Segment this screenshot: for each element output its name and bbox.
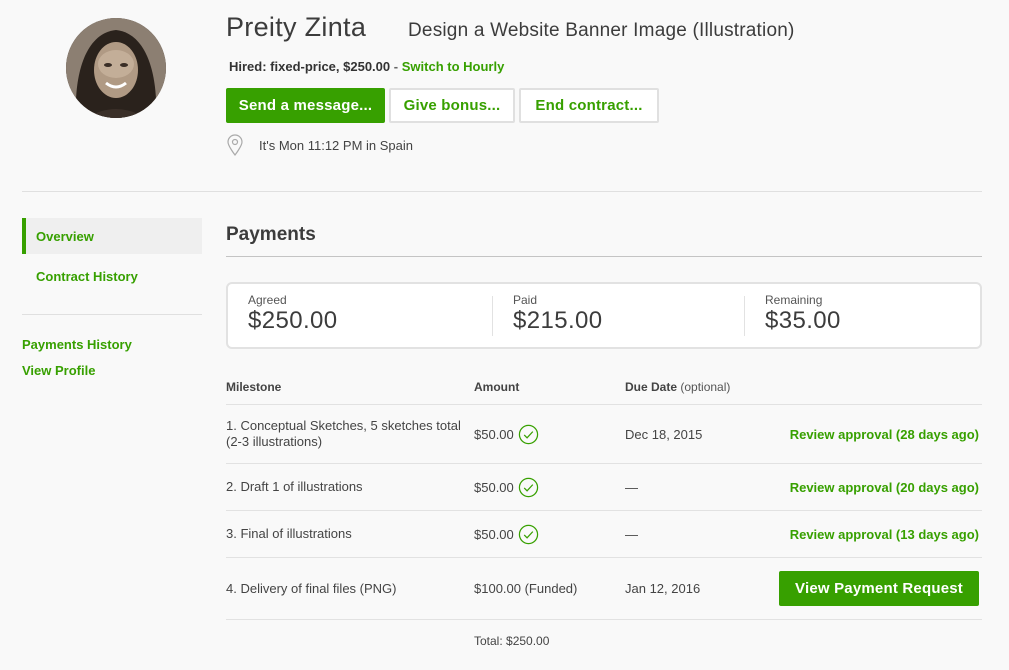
amount-value: $50.00 [474, 526, 514, 542]
local-time-text: It's Mon 11:12 PM in Spain [259, 137, 413, 153]
review-approval-link[interactable]: Review approval (20 days ago) [790, 480, 979, 495]
freelancer-avatar[interactable] [66, 18, 166, 118]
summary-value: $215.00 [513, 306, 603, 334]
table-row: 4. Delivery of final files (PNG) $100.00… [226, 558, 982, 620]
local-time: It's Mon 11:12 PM in Spain [226, 134, 413, 156]
milestone-amount: $50.00 [474, 424, 625, 445]
milestone-due-date: Jan 12, 2016 [625, 581, 701, 596]
due-date-optional-note: (optional) [680, 379, 731, 394]
milestone-due-date: Dec 18, 2015 [625, 426, 703, 442]
freelancer-name: Preity Zinta [226, 12, 367, 42]
sidebar-divider [22, 314, 202, 315]
give-bonus-button[interactable]: Give bonus... [389, 88, 515, 123]
summary-value: $35.00 [765, 306, 841, 334]
summary-label: Remaining [765, 292, 823, 307]
map-pin-icon [227, 134, 243, 156]
milestone-due-date: — [625, 479, 638, 495]
hired-text: Hired: fixed-price, $250.00 [229, 59, 391, 74]
table-row: 1. Conceptual Sketches, 5 sketches total… [226, 405, 982, 464]
summary-paid: Paid $215.00 [492, 292, 744, 336]
milestone-name: 4. Delivery of final files (PNG) [226, 580, 397, 596]
view-profile-link[interactable]: View Profile [22, 361, 202, 387]
sidebar-item-label: Contract History [36, 268, 138, 284]
job-title: Design a Website Banner Image (Illustrat… [408, 20, 795, 41]
amount-value: $50.00 [474, 426, 514, 442]
payment-summary-card: Agreed $250.00 Paid $215.00 Remaining $3… [226, 282, 982, 349]
send-message-button[interactable]: Send a message... [226, 88, 385, 123]
check-circle-icon [518, 424, 538, 444]
avatar-photo [66, 18, 166, 118]
column-header-amount: Amount [474, 379, 520, 394]
summary-value: $250.00 [248, 306, 338, 334]
table-row: 3. Final of illustrations $50.00 — Revie… [226, 511, 982, 558]
column-header-milestone: Milestone [226, 379, 282, 394]
table-header: Milestone Amount Due Date (optional) [226, 369, 982, 405]
sidebar-item-contract-history[interactable]: Contract History [22, 258, 202, 294]
summary-label: Agreed [248, 292, 287, 307]
check-circle-icon [518, 524, 538, 544]
hired-info: Hired: fixed-price, $250.00 - Switch to … [229, 59, 504, 74]
hired-separator: - [393, 59, 399, 74]
view-payment-request-button[interactable]: View Payment Request [779, 571, 979, 606]
milestone-name: 2. Draft 1 of illustrations [226, 479, 363, 494]
milestone-due-date: — [625, 526, 638, 542]
milestone-amount: $50.00 [474, 477, 625, 498]
amount-value: $50.00 [474, 479, 514, 495]
table-row: 2. Draft 1 of illustrations $50.00 — Rev… [226, 464, 982, 511]
summary-remaining: Remaining $35.00 [744, 292, 980, 336]
summary-agreed: Agreed $250.00 [228, 292, 492, 336]
payments-history-link[interactable]: Payments History [22, 335, 202, 361]
section-title: Payments [226, 218, 982, 257]
payments-section: Payments Agreed $250.00 Paid $215.00 Rem… [226, 218, 982, 662]
due-date-label: Due Date [625, 379, 678, 394]
column-header-due-date: Due Date (optional) [625, 380, 775, 394]
sidebar-item-overview[interactable]: Overview [22, 218, 202, 254]
check-circle-icon [518, 477, 538, 497]
milestones-table: Milestone Amount Due Date (optional) 1. … [226, 369, 982, 662]
switch-to-hourly-link[interactable]: Switch to Hourly [402, 59, 505, 74]
total-row: Total: $250.00 [226, 620, 982, 662]
summary-label: Paid [513, 292, 538, 307]
sidebar-item-label: Overview [36, 228, 94, 244]
review-approval-link[interactable]: Review approval (28 days ago) [790, 427, 979, 442]
milestone-name: 3. Final of illustrations [226, 526, 352, 541]
milestone-name: 1. Conceptual Sketches, 5 sketches total… [226, 418, 461, 449]
header-divider [22, 191, 982, 192]
total-amount: Total: $250.00 [474, 634, 550, 648]
milestone-amount: $50.00 [474, 524, 625, 545]
sidebar: Overview Contract History Payments Histo… [22, 218, 202, 387]
review-approval-link[interactable]: Review approval (13 days ago) [790, 527, 979, 542]
end-contract-button[interactable]: End contract... [519, 88, 659, 123]
milestone-amount: $100.00 (Funded) [474, 581, 578, 596]
